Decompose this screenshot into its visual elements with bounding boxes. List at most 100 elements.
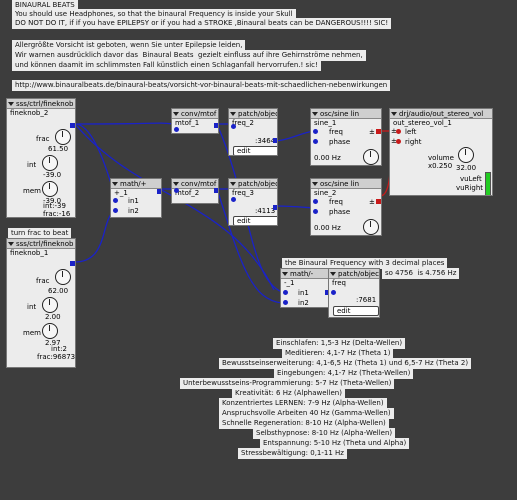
volume-value: x0.250 [428,162,453,170]
object-type: sss/ctrl/fineknob [16,239,74,248]
pitch-knob[interactable] [363,149,379,165]
output-symbol: ± [369,128,375,136]
frac-knob[interactable] [55,269,71,285]
frac-label: frac [36,277,50,285]
note-decimal-example: so 4756 is 4.756 Hz [382,268,460,279]
instance-name: fineknob_1 [10,249,49,257]
left-label: left [405,128,417,136]
edit-button[interactable]: edit [233,216,277,225]
in2-label: in2 [298,299,309,307]
mtof-2-object[interactable]: conv/mtof mtof_2 [171,178,219,204]
wave-outlet[interactable] [376,199,381,204]
instance-name: sine_2 [314,189,337,197]
instance-name: freq [332,279,346,287]
int-output-label: int:-39 [43,202,66,210]
object-type: patch/object [338,269,380,278]
object-type: osc/sine lin [320,109,360,118]
math-add-object[interactable]: math/+ +_1 in1 in2 [110,178,162,218]
frac-label: frac [36,135,50,143]
volume-knob-value: 32.00 [456,164,477,172]
object-type: math/- [290,269,314,278]
fineknob-2-object[interactable]: sss/ctrl/fineknob fineknob_2 frac 61.50 … [6,98,76,218]
mem-knob[interactable] [42,181,58,197]
freq-inlet[interactable] [331,290,336,295]
instance-name: freq_3 [232,189,254,197]
freq-inlet[interactable] [231,197,236,202]
note-warning: DO NOT DO IT, if if you have EPILEPSY or… [12,18,392,29]
frac-knob[interactable] [55,129,71,145]
frac-value: 62.00 [48,287,69,295]
pitch-knob[interactable] [363,219,379,235]
add-outlet[interactable] [157,189,161,194]
mem-knob[interactable] [42,323,58,339]
wave-item-stress: Stressbewältigung: 0,1-11 Hz [238,448,347,459]
phase-label: phase [329,208,351,216]
int-value: -39.0 [43,171,62,179]
freq-inlet[interactable] [231,124,236,129]
wave-outlet[interactable] [376,129,381,134]
freq-outlet[interactable] [273,138,277,143]
freq-3-patch-object[interactable]: patch/object freq_3 :4113 edit [228,178,278,226]
int-outlet[interactable] [70,123,75,128]
mtof-inlet[interactable] [174,127,179,132]
volume-knob[interactable] [458,147,474,163]
in1-inlet[interactable] [283,290,288,295]
freq-outlet[interactable] [273,205,277,210]
int-label: int [27,303,37,311]
int-label: int [27,161,37,169]
freq-2-patch-object[interactable]: patch/object freq_2 :3464 edit [228,108,278,156]
in2-inlet[interactable] [113,208,118,213]
instance-name: sine_1 [314,119,337,127]
instance-name: out_stereo_vol_1 [393,119,452,127]
in2-label: in2 [128,207,139,215]
edit-button[interactable]: edit [333,306,379,316]
mem-label: mem [23,187,41,195]
fineknob-1-object[interactable]: sss/ctrl/fineknob fineknob_1 frac 62.00 … [6,238,76,368]
int-value: 2.00 [45,313,61,321]
mem-label: mem [23,329,41,337]
object-type: conv/mtof [181,179,217,188]
left-inlet[interactable] [396,129,401,134]
frequency-readout: 0.00 Hz [314,224,341,232]
int-output-label: int:2 [51,345,67,353]
sine-2-osc-object[interactable]: osc/sine lin sine_2 freq phase 0.00 Hz ± [310,178,382,236]
sine-1-osc-object[interactable]: osc/sine lin sine_1 freq phase 0.00 Hz ± [310,108,382,166]
right-inlet[interactable] [396,139,401,144]
vu-right-label: vuRight [456,184,484,192]
int-knob[interactable] [42,155,58,171]
phase-inlet[interactable] [313,139,318,144]
edit-button[interactable]: edit [233,146,277,155]
note-de-3: und können daamit im schlimmsten Fall kü… [12,60,321,71]
freq-label: freq [329,128,343,136]
freq-inlet[interactable] [313,199,318,204]
int-outlet[interactable] [70,261,75,266]
phase-inlet[interactable] [313,209,318,214]
mtof-outlet[interactable] [214,123,218,128]
instance-name: -_1 [284,279,295,287]
in1-label: in1 [298,289,309,297]
mtof-outlet[interactable] [214,188,218,193]
output-symbol: ± [369,198,375,206]
freq-patch-object[interactable]: patch/object freq :7681 edit [328,268,380,318]
int-knob[interactable] [42,297,58,313]
vu-meter [485,172,491,195]
mtof-inlet[interactable] [174,188,179,193]
mtof-1-object[interactable]: conv/mtof mtof_1 [171,108,219,134]
in1-label: in1 [128,197,139,205]
in1-inlet[interactable] [113,198,118,203]
freq-value: :7681 [356,296,377,304]
in2-inlet[interactable] [283,300,288,305]
right-label: right [405,138,422,146]
instance-name: fineknob_2 [10,109,49,117]
object-type: math/+ [120,179,147,188]
frac-value: 61.50 [48,145,69,153]
volume-label: volume [428,154,454,162]
freq-label: freq [329,198,343,206]
object-type: sss/ctrl/fineknob [16,99,74,108]
object-type: patch/object [238,179,278,188]
frequency-readout: 0.00 Hz [314,154,341,162]
freq-inlet[interactable] [313,129,318,134]
stereo-out-object[interactable]: drj/audio/out_stereo_vol out_stereo_vol_… [389,108,493,196]
object-type: osc/sine lin [320,179,360,188]
math-subtract-object[interactable]: math/- -_1 in1 in2 [280,268,330,308]
